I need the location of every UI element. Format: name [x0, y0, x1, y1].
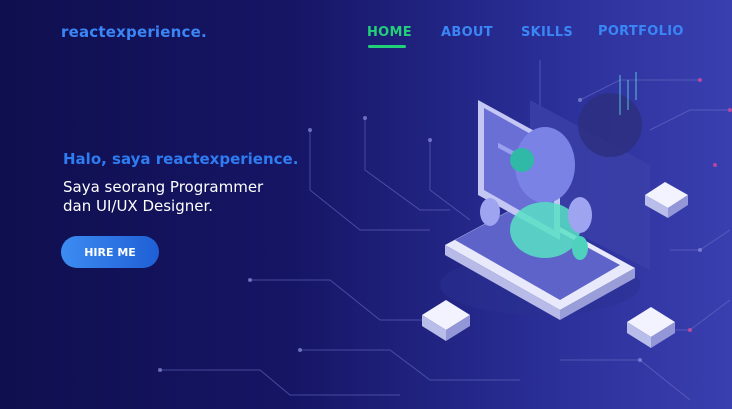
hire-me-button[interactable]: HIRE ME: [61, 236, 159, 268]
active-nav-indicator: [368, 45, 406, 48]
hologram-circle: [578, 93, 642, 157]
nav-about[interactable]: ABOUT: [441, 25, 493, 40]
server-cube: [645, 182, 688, 218]
laptop-illustration: [445, 100, 650, 320]
navbar: reactexperience. HOME ABOUT SKILLS PORTF…: [0, 0, 732, 70]
circuit-dots: [158, 78, 732, 372]
server-cube: [627, 307, 675, 348]
platform-shadow: [440, 255, 640, 315]
hero-role: Saya seorang Programmer dan UI/UX Design…: [63, 178, 323, 216]
hero-role-line-1: Saya seorang Programmer: [63, 178, 264, 196]
robot-illustration: [480, 127, 592, 260]
server-cube: [422, 300, 470, 341]
nav-home[interactable]: HOME: [367, 25, 412, 40]
hero-greeting: Halo, saya reactexperience.: [63, 150, 299, 168]
nav-portfolio[interactable]: PORTFOLIO: [598, 24, 684, 39]
circuit-lines: [160, 60, 731, 401]
brand-logo[interactable]: reactexperience.: [61, 23, 207, 41]
nav-skills[interactable]: SKILLS: [521, 25, 573, 40]
hero-role-line-2: dan UI/UX Designer.: [63, 197, 214, 215]
